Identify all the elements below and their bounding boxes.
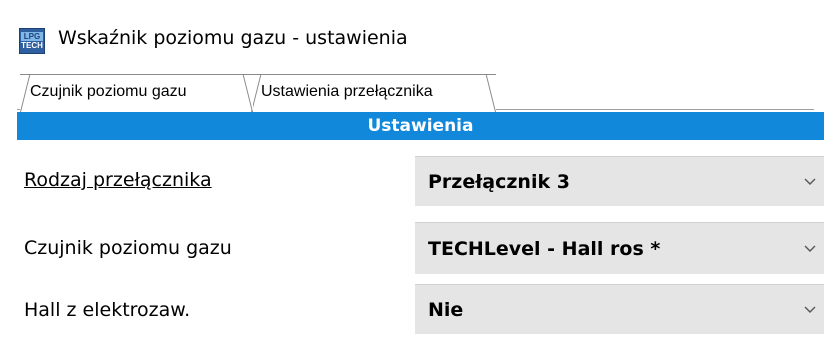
- section-header: Ustawienia: [17, 112, 824, 140]
- chevron-down-icon[interactable]: [798, 157, 822, 207]
- hall-z-elektrozaw-dropdown[interactable]: Nie: [415, 284, 824, 334]
- chevron-down-icon[interactable]: [798, 285, 822, 335]
- tab-strip: Czujnik poziomu gazu Ustawienia przełącz…: [0, 70, 824, 110]
- title-bar: LPG TECH Wskaźnik poziomu gazu - ustawie…: [0, 0, 824, 68]
- setting-label[interactable]: Rodzaj przełącznika: [24, 152, 212, 208]
- rodzaj-przelacznika-dropdown[interactable]: Przełącznik 3: [415, 156, 824, 206]
- tab-czujnik-poziomu-gazu[interactable]: Czujnik poziomu gazu: [20, 74, 253, 110]
- setting-row-rodzaj-przelacznika: Rodzaj przełącznika Przełącznik 3: [17, 140, 824, 206]
- dropdown-value: Nie: [428, 299, 464, 321]
- settings-panel: Ustawienia Rodzaj przełącznika Przełączn…: [17, 112, 824, 347]
- app-icon-text-bottom: TECH: [21, 41, 43, 50]
- setting-row-hall-z-elektrozaw: Hall z elektrozaw. Nie: [17, 268, 824, 334]
- czujnik-poziomu-gazu-dropdown[interactable]: TECHLevel - Hall ros *: [415, 222, 824, 274]
- tab-ustawienia-przelacznika[interactable]: Ustawienia przełącznika: [251, 74, 496, 110]
- setting-row-czujnik-poziomu-gazu: Czujnik poziomu gazu TECHLevel - Hall ro…: [17, 204, 824, 274]
- setting-label: Hall z elektrozaw.: [24, 299, 191, 321]
- dropdown-value: Przełącznik 3: [428, 171, 570, 193]
- app-icon: LPG TECH: [19, 28, 45, 54]
- app-icon-text-top: LPG: [21, 32, 43, 41]
- window-title: Wskaźnik poziomu gazu - ustawienia: [58, 27, 408, 49]
